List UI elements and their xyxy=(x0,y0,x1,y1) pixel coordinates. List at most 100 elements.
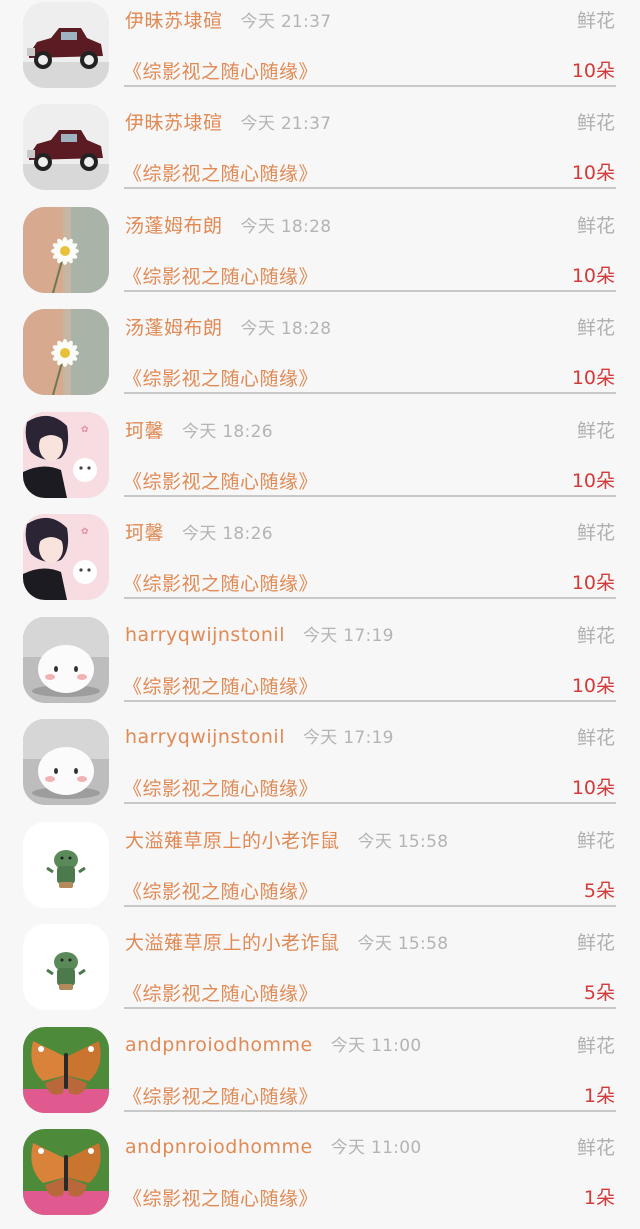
anime-boy-avatar-image: ✿ xyxy=(23,514,109,600)
gift-type-label: 鲜花 xyxy=(576,932,615,954)
avatar[interactable] xyxy=(23,1129,109,1215)
avatar[interactable] xyxy=(23,822,109,908)
timestamp: 今天 17:19 xyxy=(303,728,394,748)
divider xyxy=(124,392,616,394)
timestamp: 今天 11:00 xyxy=(330,1036,422,1056)
user-name-text[interactable]: 珂馨 xyxy=(125,522,164,544)
timestamp: 今天 18:28 xyxy=(240,217,332,237)
gift-record-row[interactable]: ✿ 珂馨 今天 18:26 鲜花 《综影视之随心随缘》 10朵 xyxy=(0,410,640,512)
user-name[interactable]: andpnroiodhomme 今天 11:00 xyxy=(125,1031,422,1056)
timestamp: 今天 11:00 xyxy=(330,1138,422,1158)
gift-record-row[interactable]: harryqwijnstonil 今天 17:19 鲜花 《综影视之随心随缘》 1… xyxy=(0,615,640,717)
gift-record-row[interactable]: 汤蓬姆布朗 今天 18:28 鲜花 《综影视之随心随缘》 10朵 xyxy=(0,205,640,307)
gift-record-row[interactable]: 大溢薙草原上的小老诈鼠 今天 15:58 鲜花 《综影视之随心随缘》 5朵 xyxy=(0,820,640,922)
divider xyxy=(124,290,616,292)
book-title-link[interactable]: 《综影视之随心随缘》 xyxy=(123,467,318,494)
gift-type-label: 鲜花 xyxy=(576,112,615,134)
avatar[interactable]: ✿ xyxy=(23,412,109,498)
timestamp: 今天 21:37 xyxy=(240,12,332,32)
gift-record-row[interactable]: 大溢薙草原上的小老诈鼠 今天 15:58 鲜花 《综影视之随心随缘》 5朵 xyxy=(0,922,640,1024)
gift-type-label: 鲜花 xyxy=(576,215,615,237)
user-name-text[interactable]: 汤蓬姆布朗 xyxy=(125,215,223,237)
gift-record-row[interactable]: andpnroiodhomme 今天 11:00 鲜花 《综影视之随心随缘》 1朵 xyxy=(0,1127,640,1229)
user-name[interactable]: 伊昧苏埭碹 今天 21:37 xyxy=(125,108,331,135)
book-title-link[interactable]: 《综影视之随心随缘》 xyxy=(123,877,318,904)
book-title-link[interactable]: 《综影视之随心随缘》 xyxy=(123,159,318,186)
gift-type-label: 鲜花 xyxy=(576,317,615,339)
book-title-link[interactable]: 《综影视之随心随缘》 xyxy=(123,774,318,801)
user-name-text[interactable]: 大溢薙草原上的小老诈鼠 xyxy=(125,830,340,852)
gift-record-row[interactable]: 伊昧苏埭碹 今天 21:37 鲜花 《综影视之随心随缘》 10朵 xyxy=(0,102,640,204)
book-title-link[interactable]: 《综影视之随心随缘》 xyxy=(123,672,318,699)
book-title-link[interactable]: 《综影视之随心随缘》 xyxy=(123,569,318,596)
avatar[interactable] xyxy=(23,1027,109,1113)
avatar[interactable] xyxy=(23,104,109,190)
gift-count: 10朵 xyxy=(571,470,615,492)
gift-record-row[interactable]: andpnroiodhomme 今天 11:00 鲜花 《综影视之随心随缘》 1朵 xyxy=(0,1025,640,1127)
avatar[interactable] xyxy=(23,924,109,1010)
gift-record-row[interactable]: 汤蓬姆布朗 今天 18:28 鲜花 《综影视之随心随缘》 10朵 xyxy=(0,307,640,409)
user-name[interactable]: 汤蓬姆布朗 今天 18:28 xyxy=(125,211,331,238)
user-name[interactable]: andpnroiodhomme 今天 11:00 xyxy=(125,1133,422,1158)
gift-type-label: 鲜花 xyxy=(576,830,615,852)
timestamp: 今天 18:26 xyxy=(182,422,273,442)
book-title-link[interactable]: 《综影视之随心随缘》 xyxy=(123,1184,318,1211)
mochi-avatar-image xyxy=(23,617,109,703)
avatar[interactable] xyxy=(23,617,109,703)
avatar[interactable] xyxy=(23,309,109,395)
gift-record-row[interactable]: 伊昧苏埭碹 今天 21:37 鲜花 《综影视之随心随缘》 10朵 xyxy=(0,0,640,102)
book-title-link[interactable]: 《综影视之随心随缘》 xyxy=(123,1082,318,1109)
user-name[interactable]: 大溢薙草原上的小老诈鼠 今天 15:58 xyxy=(125,826,448,853)
cactus-avatar-image xyxy=(23,822,109,908)
gift-type-label: 鲜花 xyxy=(576,727,615,749)
book-title-link[interactable]: 《综影视之随心随缘》 xyxy=(123,364,318,391)
user-name-text[interactable]: 伊昧苏埭碹 xyxy=(125,10,223,32)
butterfly-avatar-image xyxy=(23,1027,109,1113)
avatar[interactable]: ✿ xyxy=(23,514,109,600)
mochi-avatar-image xyxy=(23,719,109,805)
book-title-link[interactable]: 《综影视之随心随缘》 xyxy=(123,57,318,84)
gift-count: 10朵 xyxy=(571,367,615,389)
timestamp: 今天 17:19 xyxy=(303,626,394,646)
svg-text:✿: ✿ xyxy=(81,425,89,435)
book-title-link[interactable]: 《综影视之随心随缘》 xyxy=(123,262,318,289)
gift-count: 10朵 xyxy=(571,572,615,594)
vintage-car-avatar-image xyxy=(23,2,109,88)
user-name-text[interactable]: harryqwijnstonil xyxy=(125,726,285,748)
divider xyxy=(124,700,616,702)
book-title-link[interactable]: 《综影视之随心随缘》 xyxy=(123,979,318,1006)
gift-record-row[interactable]: ✿ 珂馨 今天 18:26 鲜花 《综影视之随心随缘》 10朵 xyxy=(0,512,640,614)
gift-record-row[interactable]: harryqwijnstonil 今天 17:19 鲜花 《综影视之随心随缘》 1… xyxy=(0,717,640,819)
daisy-avatar-image xyxy=(23,309,109,395)
vintage-car-avatar-image xyxy=(23,104,109,190)
user-name-text[interactable]: harryqwijnstonil xyxy=(125,624,285,646)
user-name-text[interactable]: 珂馨 xyxy=(125,420,164,442)
user-name[interactable]: 珂馨 今天 18:26 xyxy=(125,416,273,443)
user-name[interactable]: 伊昧苏埭碹 今天 21:37 xyxy=(125,6,331,33)
user-name[interactable]: 大溢薙草原上的小老诈鼠 今天 15:58 xyxy=(125,928,448,955)
divider xyxy=(124,597,616,599)
daisy-avatar-image xyxy=(23,207,109,293)
divider xyxy=(124,495,616,497)
divider xyxy=(124,1110,616,1112)
user-name-text[interactable]: andpnroiodhomme xyxy=(125,1136,313,1158)
avatar[interactable] xyxy=(23,719,109,805)
gift-record-list: 伊昧苏埭碹 今天 21:37 鲜花 《综影视之随心随缘》 10朵 伊昧苏埭碹 今天 … xyxy=(0,0,640,1215)
user-name-text[interactable]: 大溢薙草原上的小老诈鼠 xyxy=(125,932,340,954)
user-name[interactable]: harryqwijnstonil 今天 17:19 xyxy=(125,621,394,646)
gift-count: 10朵 xyxy=(571,265,615,287)
user-name[interactable]: harryqwijnstonil 今天 17:19 xyxy=(125,723,394,748)
divider xyxy=(124,802,616,804)
avatar[interactable] xyxy=(23,207,109,293)
avatar[interactable] xyxy=(23,2,109,88)
gift-count: 1朵 xyxy=(583,1187,615,1209)
divider xyxy=(124,187,616,189)
user-name[interactable]: 汤蓬姆布朗 今天 18:28 xyxy=(125,313,331,340)
user-name-text[interactable]: 汤蓬姆布朗 xyxy=(125,317,223,339)
user-name[interactable]: 珂馨 今天 18:26 xyxy=(125,518,273,545)
gift-count: 10朵 xyxy=(571,675,615,697)
timestamp: 今天 18:26 xyxy=(182,524,273,544)
user-name-text[interactable]: andpnroiodhomme xyxy=(125,1034,313,1056)
timestamp: 今天 21:37 xyxy=(240,114,332,134)
user-name-text[interactable]: 伊昧苏埭碹 xyxy=(125,112,223,134)
